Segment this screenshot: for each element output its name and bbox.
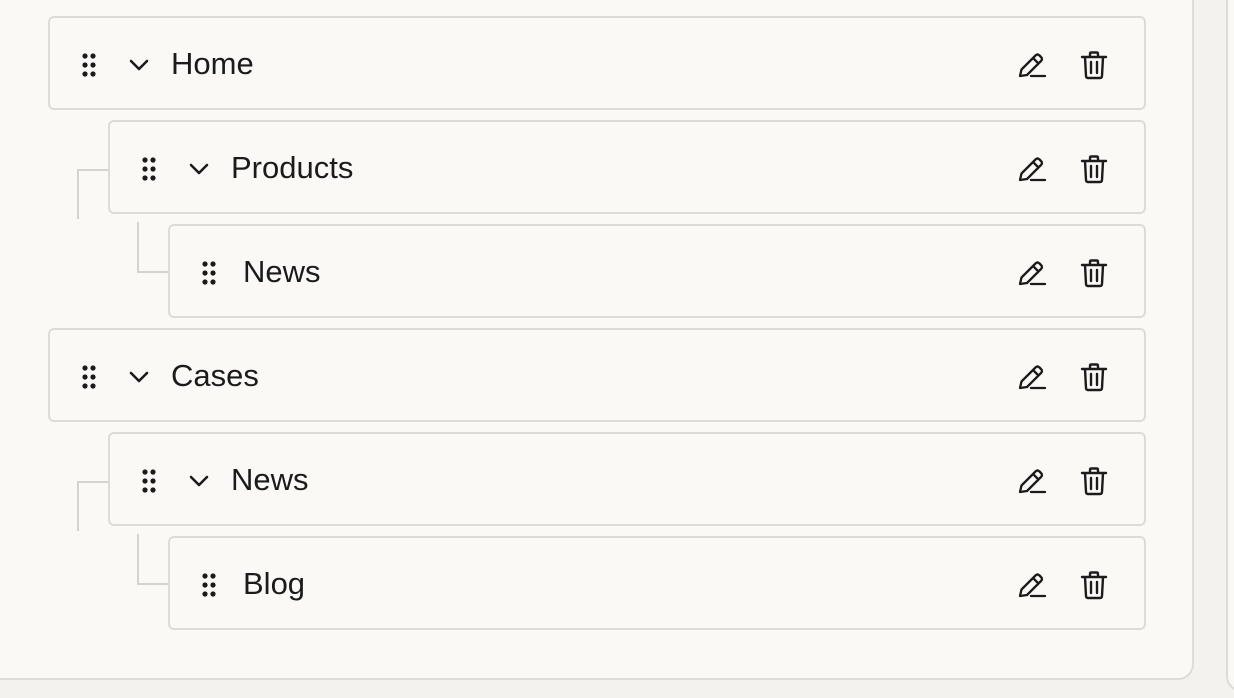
menu-item-label: News: [243, 254, 321, 289]
trash-icon: [1080, 363, 1108, 392]
menu-item-row[interactable]: Blog: [168, 536, 1146, 630]
menu-item-row[interactable]: Cases: [48, 328, 1146, 422]
menu-item-label: Blog: [243, 566, 306, 601]
edit-button[interactable]: [1016, 569, 1048, 601]
tree-connector: [77, 169, 109, 219]
adjacent-panel-edge: [1226, 0, 1234, 692]
pencil-icon: [1018, 53, 1047, 78]
pencil-icon: [1018, 469, 1047, 494]
delete-button[interactable]: [1078, 465, 1110, 497]
menu-item-label: Products: [231, 150, 354, 185]
drag-handle-icon[interactable]: [202, 261, 216, 285]
delete-button[interactable]: [1078, 153, 1110, 185]
drag-handle-icon[interactable]: [142, 157, 156, 181]
drag-handle-icon[interactable]: [82, 53, 96, 77]
pencil-icon: [1018, 261, 1047, 286]
chevron-down-icon[interactable]: [188, 471, 210, 491]
delete-button[interactable]: [1078, 49, 1110, 81]
trash-icon: [1080, 51, 1108, 80]
edit-button[interactable]: [1016, 49, 1048, 81]
drag-handle-icon[interactable]: [202, 573, 216, 597]
trash-icon: [1080, 467, 1108, 496]
menu-item-label: Cases: [171, 358, 259, 393]
menu-item-row[interactable]: News: [168, 224, 1146, 318]
menu-item-row[interactable]: Home: [48, 16, 1146, 110]
tree-connector: [77, 481, 109, 531]
trash-icon: [1080, 155, 1108, 184]
tree-connector: [137, 222, 169, 273]
trash-icon: [1080, 259, 1108, 288]
edit-button[interactable]: [1016, 257, 1048, 289]
edit-button[interactable]: [1016, 465, 1048, 497]
menu-item-row[interactable]: News: [108, 432, 1146, 526]
chevron-down-icon[interactable]: [128, 55, 150, 75]
edit-button[interactable]: [1016, 153, 1048, 185]
delete-button[interactable]: [1078, 257, 1110, 289]
menu-item-label: Home: [171, 46, 254, 81]
drag-handle-icon[interactable]: [82, 365, 96, 389]
pencil-icon: [1018, 365, 1047, 390]
trash-icon: [1080, 571, 1108, 600]
chevron-down-icon[interactable]: [188, 159, 210, 179]
pencil-icon: [1018, 157, 1047, 182]
edit-button[interactable]: [1016, 361, 1048, 393]
tree-connector: [137, 534, 169, 585]
delete-button[interactable]: [1078, 569, 1110, 601]
delete-button[interactable]: [1078, 361, 1110, 393]
chevron-down-icon[interactable]: [128, 367, 150, 387]
menu-item-label: News: [231, 462, 309, 497]
menu-item-row[interactable]: Products: [108, 120, 1146, 214]
pencil-icon: [1018, 573, 1047, 598]
drag-handle-icon[interactable]: [142, 469, 156, 493]
